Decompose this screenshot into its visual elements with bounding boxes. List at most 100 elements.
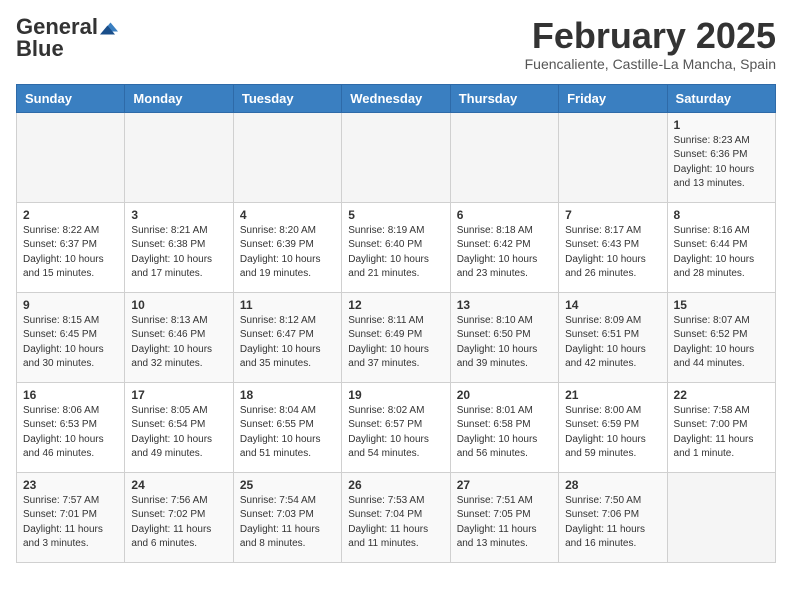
day-number: 27 <box>457 478 552 492</box>
day-number: 2 <box>23 208 118 222</box>
logo-icon <box>100 18 118 36</box>
day-cell: 18 Sunrise: 8:04 AM Sunset: 6:55 PM Dayli… <box>233 382 341 472</box>
day-number: 21 <box>565 388 660 402</box>
day-cell <box>450 112 558 202</box>
day-info: Sunrise: 7:56 AM Sunset: 7:02 PM Dayligh… <box>131 494 226 552</box>
week-row-4: 16 Sunrise: 8:06 AM Sunset: 6:53 PM Dayli… <box>17 382 776 472</box>
day-info: Sunrise: 8:02 AM Sunset: 6:57 PM Dayligh… <box>348 404 443 462</box>
logo-blue: Blue <box>16 38 64 60</box>
day-cell: 7Sunrise: 8:17 AM Sunset: 6:43 PM Daylig… <box>559 202 667 292</box>
day-number: 24 <box>131 478 226 492</box>
day-number: 3 <box>131 208 226 222</box>
day-number: 20 <box>457 388 552 402</box>
weekday-thursday: Thursday <box>450 84 558 112</box>
calendar-table: SundayMondayTuesdayWednesdayThursdayFrid… <box>16 84 776 563</box>
day-info: Sunrise: 8:22 AM Sunset: 6:37 PM Dayligh… <box>23 224 118 282</box>
weekday-sunday: Sunday <box>17 84 125 112</box>
day-info: Sunrise: 8:19 AM Sunset: 6:40 PM Dayligh… <box>348 224 443 282</box>
day-cell <box>342 112 450 202</box>
day-info: Sunrise: 8:13 AM Sunset: 6:46 PM Dayligh… <box>131 314 226 372</box>
day-info: Sunrise: 7:53 AM Sunset: 7:04 PM Dayligh… <box>348 494 443 552</box>
day-cell: 27 Sunrise: 7:51 AM Sunset: 7:05 PM Dayli… <box>450 472 558 562</box>
day-cell: 24 Sunrise: 7:56 AM Sunset: 7:02 PM Dayli… <box>125 472 233 562</box>
weekday-tuesday: Tuesday <box>233 84 341 112</box>
day-number: 17 <box>131 388 226 402</box>
day-cell <box>17 112 125 202</box>
day-cell <box>559 112 667 202</box>
logo: General Blue <box>16 16 118 60</box>
day-cell: 9 Sunrise: 8:15 AM Sunset: 6:45 PM Daylig… <box>17 292 125 382</box>
day-number: 1 <box>674 118 769 132</box>
day-info: Sunrise: 8:15 AM Sunset: 6:45 PM Dayligh… <box>23 314 118 372</box>
week-row-5: 23Sunrise: 7:57 AM Sunset: 7:01 PM Dayli… <box>17 472 776 562</box>
day-cell: 14Sunrise: 8:09 AM Sunset: 6:51 PM Dayli… <box>559 292 667 382</box>
week-row-2: 2 Sunrise: 8:22 AM Sunset: 6:37 PM Daylig… <box>17 202 776 292</box>
day-cell: 11 Sunrise: 8:12 AM Sunset: 6:47 PM Dayli… <box>233 292 341 382</box>
day-cell: 28Sunrise: 7:50 AM Sunset: 7:06 PM Dayli… <box>559 472 667 562</box>
day-number: 13 <box>457 298 552 312</box>
location: Fuencaliente, Castille-La Mancha, Spain <box>525 56 776 72</box>
day-cell: 3 Sunrise: 8:21 AM Sunset: 6:38 PM Daylig… <box>125 202 233 292</box>
day-cell: 13 Sunrise: 8:10 AM Sunset: 6:50 PM Dayli… <box>450 292 558 382</box>
weekday-monday: Monday <box>125 84 233 112</box>
day-info: Sunrise: 8:17 AM Sunset: 6:43 PM Dayligh… <box>565 224 660 282</box>
day-cell: 15 Sunrise: 8:07 AM Sunset: 6:52 PM Dayli… <box>667 292 775 382</box>
day-cell: 16 Sunrise: 8:06 AM Sunset: 6:53 PM Dayli… <box>17 382 125 472</box>
day-number: 6 <box>457 208 552 222</box>
weekday-wednesday: Wednesday <box>342 84 450 112</box>
day-info: Sunrise: 8:06 AM Sunset: 6:53 PM Dayligh… <box>23 404 118 462</box>
page-header: General Blue February 2025 Fuencaliente,… <box>16 16 776 72</box>
day-number: 9 <box>23 298 118 312</box>
day-number: 25 <box>240 478 335 492</box>
day-info: Sunrise: 7:51 AM Sunset: 7:05 PM Dayligh… <box>457 494 552 552</box>
day-cell: 17Sunrise: 8:05 AM Sunset: 6:54 PM Dayli… <box>125 382 233 472</box>
day-number: 19 <box>348 388 443 402</box>
day-cell: 22 Sunrise: 7:58 AM Sunset: 7:00 PM Dayli… <box>667 382 775 472</box>
day-cell: 23Sunrise: 7:57 AM Sunset: 7:01 PM Dayli… <box>17 472 125 562</box>
calendar-body: 1Sunrise: 8:23 AM Sunset: 6:36 PM Daylig… <box>17 112 776 562</box>
weekday-header-row: SundayMondayTuesdayWednesdayThursdayFrid… <box>17 84 776 112</box>
day-cell: 2 Sunrise: 8:22 AM Sunset: 6:37 PM Daylig… <box>17 202 125 292</box>
day-info: Sunrise: 8:04 AM Sunset: 6:55 PM Dayligh… <box>240 404 335 462</box>
day-info: Sunrise: 7:54 AM Sunset: 7:03 PM Dayligh… <box>240 494 335 552</box>
day-cell: 26 Sunrise: 7:53 AM Sunset: 7:04 PM Dayli… <box>342 472 450 562</box>
day-info: Sunrise: 8:11 AM Sunset: 6:49 PM Dayligh… <box>348 314 443 372</box>
day-cell: 21Sunrise: 8:00 AM Sunset: 6:59 PM Dayli… <box>559 382 667 472</box>
weekday-friday: Friday <box>559 84 667 112</box>
day-cell <box>667 472 775 562</box>
month-title: February 2025 <box>525 16 776 56</box>
day-number: 26 <box>348 478 443 492</box>
day-info: Sunrise: 8:12 AM Sunset: 6:47 PM Dayligh… <box>240 314 335 372</box>
day-number: 10 <box>131 298 226 312</box>
day-info: Sunrise: 8:21 AM Sunset: 6:38 PM Dayligh… <box>131 224 226 282</box>
week-row-1: 1Sunrise: 8:23 AM Sunset: 6:36 PM Daylig… <box>17 112 776 202</box>
day-number: 18 <box>240 388 335 402</box>
day-number: 12 <box>348 298 443 312</box>
day-info: Sunrise: 8:20 AM Sunset: 6:39 PM Dayligh… <box>240 224 335 282</box>
day-cell: 19 Sunrise: 8:02 AM Sunset: 6:57 PM Dayli… <box>342 382 450 472</box>
day-number: 14 <box>565 298 660 312</box>
day-info: Sunrise: 8:18 AM Sunset: 6:42 PM Dayligh… <box>457 224 552 282</box>
day-info: Sunrise: 8:07 AM Sunset: 6:52 PM Dayligh… <box>674 314 769 372</box>
day-cell: 25 Sunrise: 7:54 AM Sunset: 7:03 PM Dayli… <box>233 472 341 562</box>
day-cell: 8Sunrise: 8:16 AM Sunset: 6:44 PM Daylig… <box>667 202 775 292</box>
title-block: February 2025 Fuencaliente, Castille-La … <box>525 16 776 72</box>
day-cell: 20 Sunrise: 8:01 AM Sunset: 6:58 PM Dayli… <box>450 382 558 472</box>
day-cell: 5 Sunrise: 8:19 AM Sunset: 6:40 PM Daylig… <box>342 202 450 292</box>
day-number: 15 <box>674 298 769 312</box>
day-info: Sunrise: 7:58 AM Sunset: 7:00 PM Dayligh… <box>674 404 769 462</box>
day-info: Sunrise: 8:01 AM Sunset: 6:58 PM Dayligh… <box>457 404 552 462</box>
day-info: Sunrise: 8:10 AM Sunset: 6:50 PM Dayligh… <box>457 314 552 372</box>
day-cell: 12 Sunrise: 8:11 AM Sunset: 6:49 PM Dayli… <box>342 292 450 382</box>
weekday-saturday: Saturday <box>667 84 775 112</box>
day-number: 16 <box>23 388 118 402</box>
day-number: 22 <box>674 388 769 402</box>
day-number: 5 <box>348 208 443 222</box>
day-number: 11 <box>240 298 335 312</box>
day-info: Sunrise: 8:16 AM Sunset: 6:44 PM Dayligh… <box>674 224 769 282</box>
day-cell: 1Sunrise: 8:23 AM Sunset: 6:36 PM Daylig… <box>667 112 775 202</box>
day-cell: 6 Sunrise: 8:18 AM Sunset: 6:42 PM Daylig… <box>450 202 558 292</box>
day-info: Sunrise: 7:57 AM Sunset: 7:01 PM Dayligh… <box>23 494 118 552</box>
day-cell: 4Sunrise: 8:20 AM Sunset: 6:39 PM Daylig… <box>233 202 341 292</box>
logo-general: General <box>16 16 98 38</box>
